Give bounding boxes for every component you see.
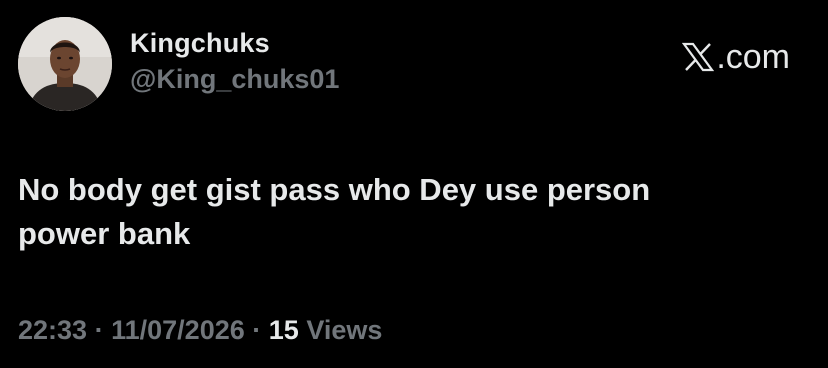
tweet-meta: 22:33 · 11/07/2026 · 15 Views [18,312,382,348]
author-block: Kingchuks @King_chuks01 [130,26,339,96]
views-count[interactable]: 15 [269,315,299,345]
brand-domain-suffix: .com [716,38,790,76]
display-name[interactable]: Kingchuks [130,26,339,60]
tweet-time[interactable]: 22:33 [18,315,87,345]
avatar[interactable] [18,17,112,111]
tweet-card: Kingchuks @King_chuks01 .com No body get… [0,0,828,368]
x-logo-icon [682,42,715,72]
tweet-date[interactable]: 11/07/2026 [111,315,245,345]
tweet-text-line: No body get gist pass who Dey use person [18,172,651,207]
brand-watermark: .com [682,38,790,76]
views-label: Views [306,315,383,345]
tweet-text: No body get gist pass who Dey use person… [18,168,808,256]
profile-photo-icon [18,17,112,111]
meta-separator: · [252,315,262,345]
user-handle[interactable]: @King_chuks01 [130,62,339,96]
meta-separator: · [94,315,104,345]
tweet-text-line: power bank [18,216,191,251]
